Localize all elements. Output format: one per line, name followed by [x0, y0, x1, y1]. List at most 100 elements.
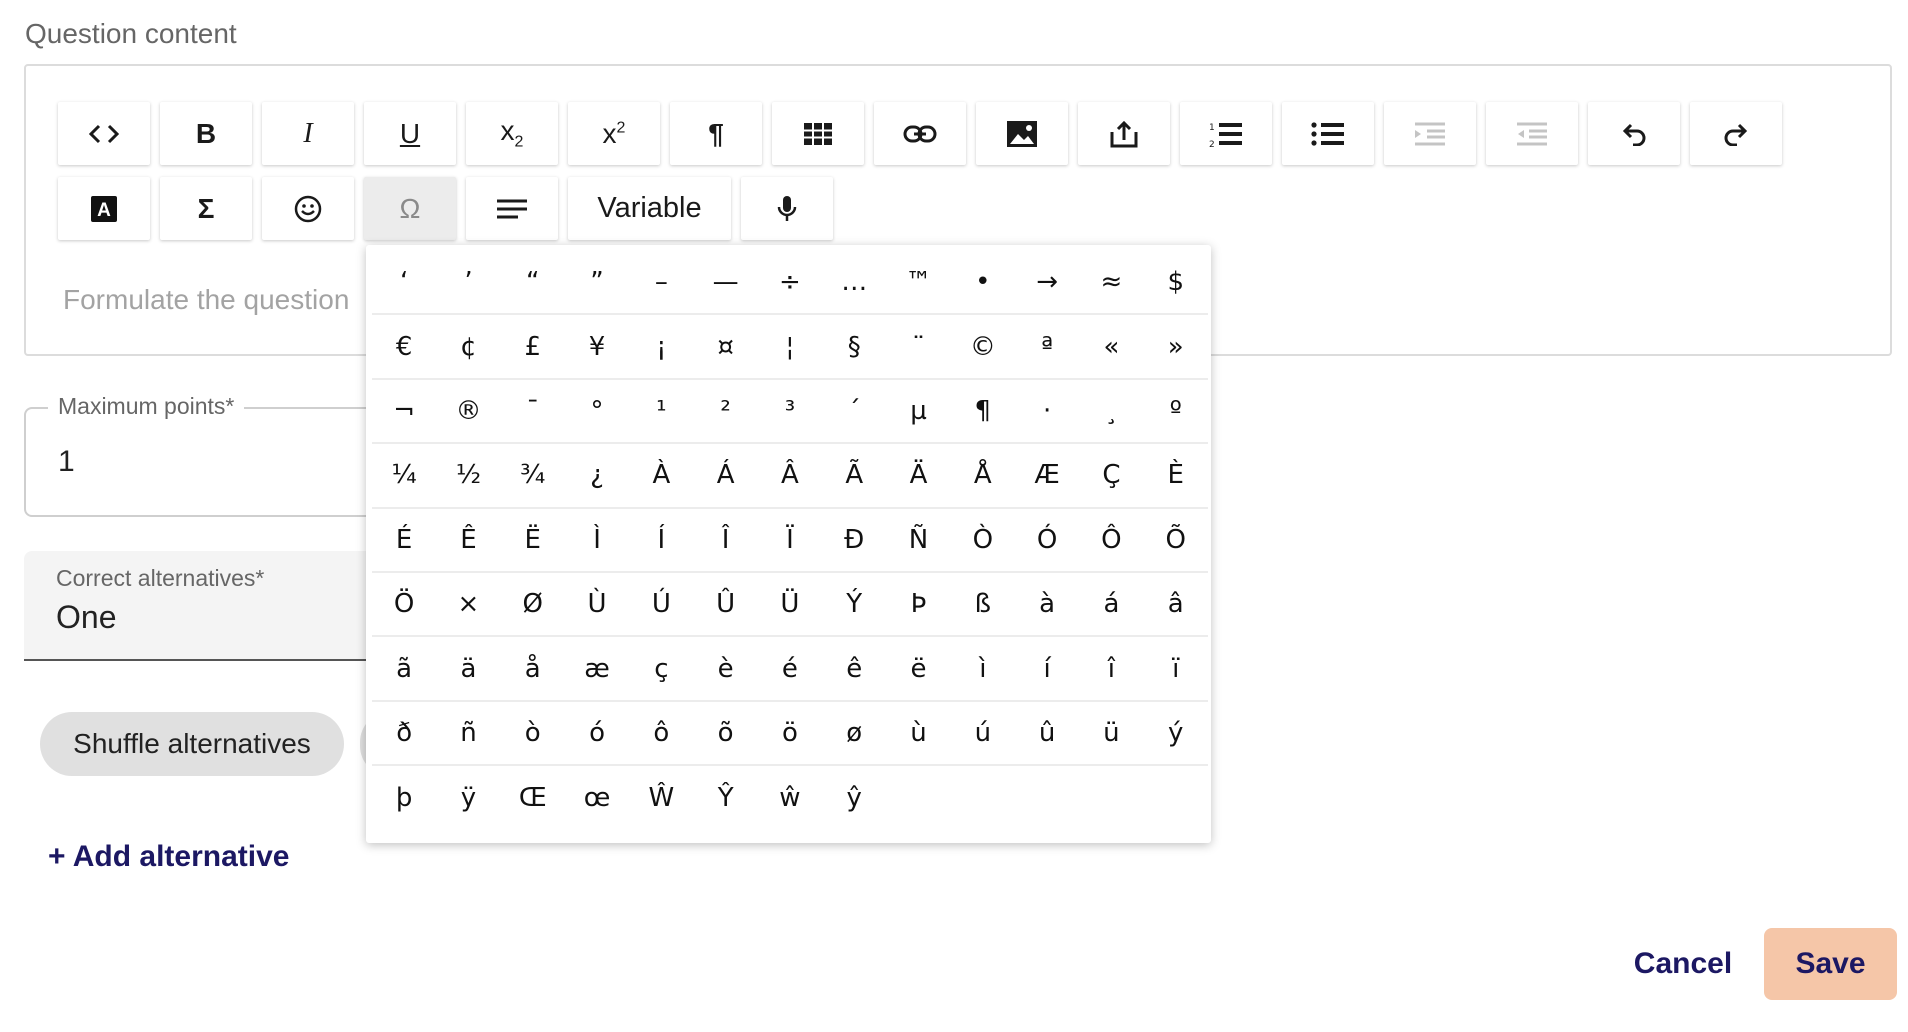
special-character[interactable]: ó — [564, 702, 630, 767]
special-character[interactable]: Î — [693, 509, 758, 573]
special-character[interactable]: á — [1079, 573, 1144, 638]
special-character[interactable]: ¡ — [629, 315, 694, 380]
special-character[interactable]: ¼ — [372, 444, 437, 509]
special-character[interactable]: î — [1079, 637, 1144, 702]
special-character[interactable]: Ò — [950, 509, 1015, 573]
special-character[interactable]: œ — [565, 766, 629, 830]
special-character[interactable]: ¢ — [436, 315, 501, 380]
special-character[interactable]: ≈ — [1079, 251, 1144, 316]
special-character[interactable]: ² — [693, 380, 758, 445]
underline-button[interactable]: U — [364, 102, 456, 165]
special-character[interactable]: ð — [372, 702, 437, 767]
special-character[interactable]: ´ — [822, 380, 887, 445]
special-character[interactable]: • — [950, 251, 1015, 316]
special-character[interactable]: Œ — [501, 766, 565, 830]
special-character[interactable]: í — [1014, 637, 1080, 702]
special-character[interactable]: à — [1014, 573, 1080, 638]
cancel-button[interactable]: Cancel — [1610, 928, 1756, 1000]
special-character[interactable]: Ñ — [886, 509, 951, 573]
special-character[interactable]: § — [822, 315, 887, 380]
special-character[interactable]: Ä — [886, 444, 951, 509]
variable-button[interactable]: Variable — [568, 177, 731, 240]
special-character[interactable]: Ý — [822, 573, 887, 638]
special-character[interactable]: é — [757, 637, 823, 702]
special-character[interactable]: Ŷ — [693, 766, 757, 830]
special-character[interactable]: ç — [629, 637, 694, 702]
align-button[interactable] — [466, 177, 558, 240]
special-character[interactable]: Ð — [822, 509, 887, 573]
special-character[interactable]: ° — [564, 380, 630, 445]
special-character[interactable]: º — [1143, 380, 1208, 445]
special-character[interactable]: ¨ — [886, 315, 951, 380]
special-character[interactable]: È — [1143, 444, 1208, 509]
special-character[interactable]: ¹ — [629, 380, 694, 445]
special-character[interactable]: £ — [500, 315, 565, 380]
special-character[interactable]: ô — [629, 702, 694, 767]
editor-placeholder[interactable]: Formulate the question — [63, 284, 349, 316]
special-character[interactable]: ¥ — [564, 315, 630, 380]
special-character[interactable]: ® — [436, 380, 501, 445]
link-button[interactable] — [874, 102, 966, 165]
special-character[interactable]: Ë — [500, 509, 565, 573]
special-character[interactable]: Ó — [1014, 509, 1080, 573]
special-character[interactable]: Ï — [757, 509, 823, 573]
special-character[interactable]: ¸ — [1079, 380, 1144, 445]
indent-button[interactable] — [1384, 102, 1476, 165]
microphone-button[interactable] — [741, 177, 833, 240]
special-character[interactable]: Ã — [822, 444, 887, 509]
bullet-list-button[interactable] — [1282, 102, 1374, 165]
special-character[interactable]: Å — [950, 444, 1015, 509]
special-character[interactable]: Ç — [1079, 444, 1144, 509]
special-character[interactable]: ò — [500, 702, 565, 767]
special-character[interactable]: å — [500, 637, 565, 702]
save-button[interactable]: Save — [1764, 928, 1897, 1000]
special-character[interactable]: ³ — [757, 380, 823, 445]
special-character[interactable]: ï — [1143, 637, 1208, 702]
special-character[interactable]: ¾ — [500, 444, 565, 509]
special-character[interactable]: Ê — [436, 509, 501, 573]
special-character[interactable]: Ì — [564, 509, 630, 573]
special-character[interactable]: “ — [500, 251, 565, 316]
special-character[interactable]: Ŵ — [629, 766, 693, 830]
special-character[interactable]: ë — [886, 637, 951, 702]
special-character[interactable]: ê — [822, 637, 887, 702]
paragraph-button[interactable]: ¶ — [670, 102, 762, 165]
special-character[interactable]: ø — [822, 702, 887, 767]
special-character[interactable]: ¶ — [950, 380, 1015, 445]
special-character[interactable]: Ø — [500, 573, 565, 638]
special-character[interactable]: ä — [436, 637, 501, 702]
special-character[interactable]: æ — [564, 637, 630, 702]
special-character[interactable]: õ — [693, 702, 758, 767]
special-character[interactable]: · — [1014, 380, 1080, 445]
special-character[interactable]: € — [372, 315, 437, 380]
correct-alternatives-select[interactable]: Correct alternatives* One — [24, 551, 394, 661]
table-button[interactable] — [772, 102, 864, 165]
special-character[interactable]: Þ — [886, 573, 951, 638]
special-character[interactable]: ’ — [436, 251, 501, 316]
special-character[interactable]: À — [629, 444, 694, 509]
special-character[interactable]: Ü — [757, 573, 823, 638]
outdent-button[interactable] — [1486, 102, 1578, 165]
special-character[interactable]: Æ — [1014, 444, 1080, 509]
special-character[interactable]: è — [693, 637, 758, 702]
special-character[interactable]: Õ — [1143, 509, 1208, 573]
special-character[interactable]: © — [950, 315, 1015, 380]
add-alternative-link[interactable]: + Add alternative — [48, 840, 289, 874]
special-character[interactable]: ã — [372, 637, 437, 702]
correct-alternatives-value[interactable]: One — [56, 599, 116, 636]
special-character[interactable]: þ — [372, 766, 436, 830]
image-button[interactable] — [976, 102, 1068, 165]
shuffle-alternatives-chip[interactable]: Shuffle alternatives — [40, 712, 344, 776]
special-character[interactable]: » — [1143, 315, 1208, 380]
maximum-points-field[interactable]: Maximum points* 1 — [24, 393, 394, 517]
special-character[interactable]: — — [693, 251, 758, 316]
special-character[interactable]: ì — [950, 637, 1015, 702]
source-code-button[interactable] — [58, 102, 150, 165]
special-character[interactable]: ¯ — [500, 380, 565, 445]
special-character[interactable]: ¦ — [757, 315, 823, 380]
special-character[interactable]: û — [1014, 702, 1080, 767]
special-character[interactable]: ÷ — [757, 251, 823, 316]
special-character[interactable]: Ô — [1079, 509, 1144, 573]
redo-button[interactable] — [1690, 102, 1782, 165]
special-character[interactable]: ª — [1014, 315, 1080, 380]
